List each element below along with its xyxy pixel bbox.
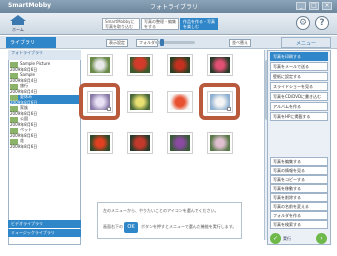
photo-thumbnail[interactable] [207,132,233,154]
photo-thumbnail[interactable] [167,91,193,113]
folder-item[interactable]: 旅行 2009年8月4日 [10,83,80,94]
home-icon [10,15,26,25]
app-name: SmartMobby [8,2,52,9]
sort-button[interactable]: 並べ替え [229,39,251,47]
ok-icon: OK [124,222,138,233]
close-button[interactable]: × [322,2,332,10]
menu-item-delete[interactable]: 写真を削除する [270,193,328,202]
window-title: フォトライブラリ [150,4,199,11]
settings-icon[interactable]: ⚙ [296,16,310,30]
tab-import[interactable]: SmartMobbyに写真を取り込む [102,18,140,30]
photo-thumbnail[interactable] [167,132,193,154]
photo-thumbnail[interactable] [127,132,153,154]
zoom-slider-knob[interactable] [160,39,164,46]
folder-item-selected[interactable]: 夏休み 2009年8月6日 [10,94,80,105]
home-button[interactable]: ホーム [6,15,30,33]
check-mark-icon[interactable] [107,107,111,111]
tab-organize[interactable]: 写真の整理・編集をする [141,18,179,30]
ok-button[interactable]: ✓ [270,233,281,244]
menu-item-move[interactable]: 写真を移動する [270,184,328,193]
library-header: フォトライブラリ [8,50,81,60]
view-settings-button[interactable]: 表示設定 [106,39,128,47]
maximize-button[interactable]: □ [309,2,319,10]
video-library-tab[interactable]: ビデオライブラリ [8,220,81,228]
photo-thumbnail[interactable] [167,54,193,76]
folder-item[interactable]: 公園 2009年8月6日 [10,116,80,127]
photo-thumbnail[interactable] [87,132,113,154]
menu-tab[interactable]: メニュー [281,37,331,48]
ok-label: 実行 [283,236,291,241]
menu-item-burn[interactable]: 写真をCD/DVDに書き込む [270,92,328,101]
folder-item[interactable]: 花 2009年8月6日 [10,138,80,149]
menu-item-new-folder[interactable]: フォルダを作る [270,211,328,220]
menu-item-search[interactable]: 写真を検索する [270,220,328,229]
menu-item-edit[interactable]: 写真を編集する [270,157,328,166]
library-header-label: フォトライブラリ [11,50,43,55]
menu-item-info[interactable]: 写真の情報を見る [270,166,328,175]
menu-item-print[interactable]: 写真を印刷する [270,52,328,61]
photo-thumbnail[interactable] [87,54,113,76]
menu-item-rename[interactable]: 写真の名前を変える [270,202,328,211]
menu-item-slideshow[interactable]: スライドショーを見る [270,82,328,91]
menu-item-mail[interactable]: 写真をメールで送る [270,62,328,71]
menu-item-hp[interactable]: 写真をHPに掲載する [270,112,328,121]
instruction-line-3: ボタンを押すとメニューで選んだ機能を実行します。 [141,224,237,229]
menu-item-album[interactable]: アルバムを作る [270,102,328,111]
library-tab[interactable]: ライブラリ [6,37,56,48]
instruction-line-1: 左のメニューから、やりたいことのアイコンを選んでください。 [103,208,219,213]
tab-create[interactable]: 作品を作る・写真を楽しむ [180,18,218,30]
instruction-line-2: 画面右下の [103,224,123,229]
photo-grid [79,50,262,200]
menu-item-wallpaper[interactable]: 壁紙に設定する [270,72,328,81]
photo-thumbnail[interactable] [207,54,233,76]
photo-thumbnail[interactable] [127,54,153,76]
menu-item-copy[interactable]: 写真をコピーする [270,175,328,184]
minimize-button[interactable]: _ [296,2,306,10]
photo-thumbnail-selected[interactable] [207,91,233,113]
photo-thumbnail-selected[interactable] [87,91,113,113]
check-mark-icon[interactable] [227,107,231,111]
folder-item[interactable]: Sample Picture 2009年8月6日 [10,61,80,72]
help-icon[interactable]: ? [315,16,329,30]
next-button[interactable]: › [316,233,327,244]
folder-item[interactable]: 家族 2009年8月6日 [10,105,80,116]
folder-item[interactable]: ペット 2009年8月6日 [10,127,80,138]
photo-thumbnail[interactable] [127,91,153,113]
home-label: ホーム [12,27,24,32]
music-library-tab[interactable]: ミュージックライブラリ [8,229,81,237]
folder-item[interactable]: Sample 2009年8月4日 [10,72,80,83]
